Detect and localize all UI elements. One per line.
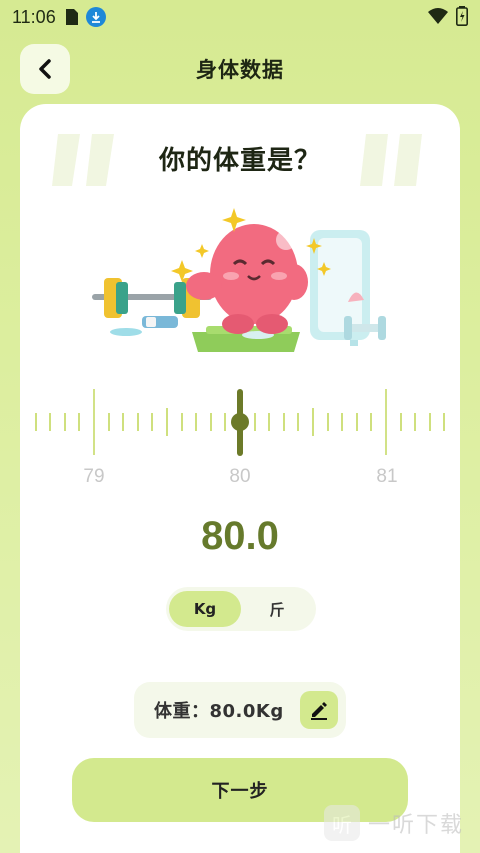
ruler-tick bbox=[122, 413, 125, 431]
watermark: 听 一听下载 bbox=[323, 805, 464, 841]
ruler-tick bbox=[49, 413, 52, 431]
ruler-tick bbox=[370, 413, 373, 431]
wifi-icon bbox=[428, 8, 448, 24]
ruler-tick bbox=[209, 413, 212, 431]
status-time: 11:06 bbox=[12, 6, 56, 27]
page-title: 身体数据 bbox=[196, 58, 284, 82]
header: 身体数据 bbox=[0, 40, 480, 98]
ruler-tick bbox=[443, 413, 446, 431]
ruler-indicator-knob[interactable] bbox=[231, 413, 249, 431]
edit-button[interactable] bbox=[300, 691, 338, 729]
ruler-tick bbox=[136, 413, 139, 431]
ruler-label: 80 bbox=[229, 466, 251, 487]
weight-ruler[interactable]: 79 80 81 bbox=[20, 389, 460, 487]
ruler-tick bbox=[253, 413, 256, 431]
ruler-tick bbox=[326, 413, 329, 431]
ruler-tick bbox=[341, 413, 344, 431]
ruler-label: 79 bbox=[83, 466, 105, 487]
status-bar: 11:06 bbox=[0, 0, 480, 34]
ruler-tick bbox=[414, 413, 417, 431]
ruler-tick bbox=[399, 413, 402, 431]
watermark-text: 一听下载 bbox=[367, 813, 464, 838]
ruler-tick bbox=[93, 389, 95, 455]
ruler-tick bbox=[355, 413, 358, 431]
weight-summary: 体重：80.0Kg bbox=[134, 682, 346, 738]
question-title: 你的体重是？ bbox=[158, 146, 321, 176]
unit-option-kg[interactable]: Kg bbox=[169, 591, 241, 627]
ruler-tick bbox=[224, 413, 227, 431]
ruler-tick bbox=[268, 413, 271, 431]
unit-option-jin[interactable]: 斤 bbox=[241, 591, 313, 627]
weight-summary-text: 体重：80.0Kg bbox=[154, 701, 284, 722]
ruler-tick bbox=[63, 413, 66, 431]
ruler-label: 81 bbox=[376, 466, 398, 487]
watermark-logo: 听 bbox=[323, 805, 360, 841]
ruler-tick bbox=[297, 413, 300, 431]
ruler-tick bbox=[151, 413, 154, 431]
ruler-tick bbox=[385, 389, 387, 455]
download-icon bbox=[85, 7, 106, 27]
ruler-tick bbox=[166, 408, 168, 436]
pencil-icon bbox=[311, 702, 327, 720]
ruler-tick bbox=[312, 408, 314, 436]
weight-value: 80.0 bbox=[201, 514, 279, 558]
ruler-tick bbox=[180, 413, 183, 431]
main-card: 你的体重是？ 79 80 81 80.0 Kg 斤 体重：80.0Kg 下一步 bbox=[20, 104, 460, 853]
ruler-tick bbox=[282, 413, 285, 431]
ruler-tick bbox=[78, 413, 81, 431]
ruler-tick bbox=[195, 413, 198, 431]
sim-card-icon bbox=[65, 9, 78, 25]
ruler-tick bbox=[107, 413, 110, 431]
ruler-tick bbox=[428, 413, 431, 431]
ruler-tick bbox=[34, 413, 37, 431]
battery-icon bbox=[456, 6, 468, 26]
unit-toggle: Kg 斤 bbox=[166, 587, 316, 631]
weight-character-illustration bbox=[92, 208, 386, 352]
